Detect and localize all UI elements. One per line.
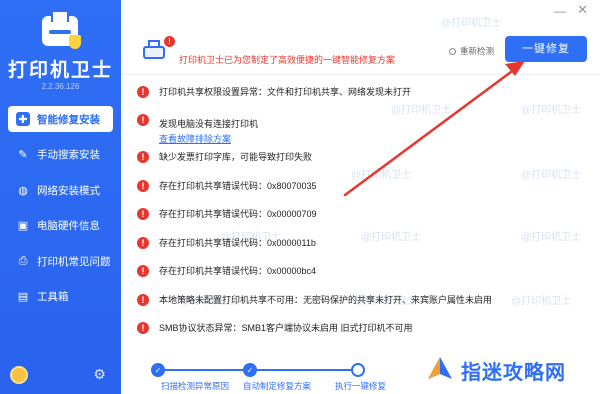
step-label: 执行一键修复 bbox=[335, 381, 387, 391]
sidebar-item-label: 手动搜索安装 bbox=[37, 149, 100, 162]
brand-text: 指迷攻略网 bbox=[461, 359, 566, 384]
sidebar-item-label: 网络安装模式 bbox=[37, 184, 100, 197]
sidebar-item-printer-faq[interactable]: ⎙ 打印机常见问题 bbox=[8, 248, 113, 274]
computer-icon: ▣ bbox=[17, 220, 29, 233]
sidebar-nav: ✚ 智能修复安装 ✎ 手动搜索安装 ◍ 网络安装模式 ▣ 电脑硬件信息 ⎙ 打印… bbox=[8, 106, 113, 320]
step-done-icon: ✓ bbox=[151, 363, 165, 377]
step-connector bbox=[257, 369, 351, 371]
shield-icon: ✚ bbox=[16, 112, 30, 126]
app-version: 2.2.36.126 bbox=[41, 82, 80, 91]
sidebar-item-label: 工具箱 bbox=[37, 291, 69, 304]
wrench-icon: ✎ bbox=[18, 149, 28, 162]
main-panel: — ✕ ! 打印机卫士已为您制定了高效便捷的一键智能修复方案 重新检测 一键修复… bbox=[121, 0, 600, 394]
printer-icon: ⎙ bbox=[18, 254, 28, 267]
gear-icon[interactable]: ⚙ bbox=[92, 367, 107, 382]
toolbox-icon: ▤ bbox=[17, 291, 29, 304]
brand-watermark: 指迷攻略网 bbox=[425, 355, 566, 385]
progress-steps: ✓ ✓ 扫描检测异常原因 自动制定修复方案 执行一键修复 bbox=[151, 363, 411, 393]
globe-icon: ◍ bbox=[18, 184, 28, 197]
step-pending-icon bbox=[351, 363, 365, 377]
step-connector bbox=[165, 369, 243, 371]
app-title: 打印机卫士 bbox=[7, 60, 113, 81]
sidebar-item-network-install[interactable]: ◍ 网络安装模式 bbox=[8, 177, 113, 203]
arrow-annotation bbox=[343, 61, 525, 197]
printer-logo-icon bbox=[42, 10, 81, 49]
sidebar-item-manual-search[interactable]: ✎ 手动搜索安装 bbox=[8, 142, 113, 168]
sidebar-item-label: 打印机常见问题 bbox=[37, 255, 111, 268]
step-label: 扫描检测异常原因 bbox=[161, 381, 230, 391]
avatar[interactable] bbox=[10, 366, 28, 384]
sidebar-item-label: 智能修复安装 bbox=[37, 113, 100, 126]
step-done-icon: ✓ bbox=[243, 363, 257, 377]
brand-logo-icon bbox=[428, 357, 452, 379]
sidebar-item-label: 电脑硬件信息 bbox=[37, 220, 100, 233]
sidebar-item-toolbox[interactable]: ▤ 工具箱 bbox=[8, 284, 113, 310]
sidebar-item-smart-repair[interactable]: ✚ 智能修复安装 bbox=[8, 106, 113, 132]
sidebar-item-hardware-info[interactable]: ▣ 电脑硬件信息 bbox=[8, 213, 113, 239]
sidebar: 打印机卫士 2.2.36.126 ✚ 智能修复安装 ✎ 手动搜索安装 ◍ 网络安… bbox=[0, 0, 121, 394]
step-label: 自动制定修复方案 bbox=[243, 381, 312, 391]
